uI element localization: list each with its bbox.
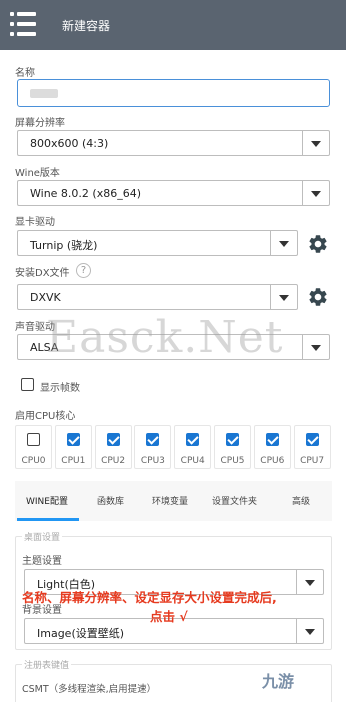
divider xyxy=(270,231,271,255)
registry-title: 注册表键值 xyxy=(22,658,72,671)
resolution-select[interactable]: 800x600 (4:3) xyxy=(17,130,330,156)
dropdown-arrow-icon xyxy=(311,345,321,351)
name-label: 名称 xyxy=(15,68,35,79)
question-circle-icon[interactable]: ? xyxy=(76,263,91,278)
theme-label: 主题设置 xyxy=(22,556,62,567)
show-fps-label: 显示帧数 xyxy=(40,383,80,394)
app-bar: 新建容器 xyxy=(0,0,346,50)
gear-icon[interactable] xyxy=(307,233,329,255)
dx-label: 安装DX文件 xyxy=(15,268,70,279)
tab-env-vars[interactable]: 环境变量 xyxy=(152,494,188,507)
dx-value: DXVK xyxy=(30,291,61,304)
divider xyxy=(296,619,297,643)
dropdown-arrow-icon xyxy=(279,241,289,247)
gpu-label: 显卡驱动 xyxy=(15,217,55,228)
wine-select[interactable]: Wine 8.0.2 (x86_64) xyxy=(17,180,330,206)
cpu-core-label: CPU7 xyxy=(300,456,325,466)
annotation-line-2: 点击 √ xyxy=(150,609,188,624)
csmt-label: CSMT（多线程渲染,启用提速） xyxy=(22,684,157,695)
cpu-cores-label: 启用CPU核心 xyxy=(15,411,76,422)
dx-select[interactable]: DXVK xyxy=(17,284,298,310)
cpu-core-checkbox[interactable] xyxy=(186,433,200,446)
resolution-label: 屏幕分辨率 xyxy=(15,118,65,129)
cpu-core-label: CPU6 xyxy=(260,456,285,466)
cpu-core-cell[interactable]: CPU4 xyxy=(174,425,212,469)
cpu-core-label: CPU4 xyxy=(180,456,205,466)
wine-value: Wine 8.0.2 (x86_64) xyxy=(30,187,141,200)
divider xyxy=(302,181,303,205)
gpu-value: Turnip (骁龙) xyxy=(30,239,98,252)
cpu-core-checkbox[interactable] xyxy=(146,433,160,446)
settings-tabs: WINE配置 函数库 环境变量 设置文件夹 高级 xyxy=(15,481,332,521)
cpu-core-checkbox[interactable] xyxy=(305,433,319,446)
dropdown-arrow-icon xyxy=(305,629,315,635)
divider xyxy=(302,131,303,155)
cpu-core-cell[interactable]: CPU6 xyxy=(253,425,291,469)
watermark: Easck.Net xyxy=(46,312,284,363)
cpu-core-checkbox[interactable] xyxy=(265,433,279,446)
divider xyxy=(302,335,303,359)
cpu-core-label: CPU3 xyxy=(140,456,165,466)
page-title: 新建容器 xyxy=(62,19,111,33)
tab-wine-config[interactable]: WINE配置 xyxy=(26,494,68,507)
gpu-select[interactable]: Turnip (骁龙) xyxy=(17,230,298,256)
cpu-core-checkbox[interactable] xyxy=(66,433,80,446)
tab-folders[interactable]: 设置文件夹 xyxy=(212,494,257,507)
cpu-core-label: CPU2 xyxy=(101,456,126,466)
logo: 九游 xyxy=(262,672,295,691)
name-input[interactable] xyxy=(17,79,330,107)
cpu-core-checkbox[interactable] xyxy=(226,433,239,446)
name-input-value xyxy=(30,89,58,98)
cpu-core-label: CPU5 xyxy=(220,456,245,466)
cpu-core-cell[interactable]: CPU3 xyxy=(134,425,172,469)
cpu-core-cell[interactable]: CPU1 xyxy=(54,425,92,469)
wine-label: Wine版本 xyxy=(15,168,60,179)
dropdown-arrow-icon xyxy=(311,141,321,147)
dropdown-arrow-icon xyxy=(279,295,289,301)
tab-advanced[interactable]: 高级 xyxy=(292,494,310,507)
background-value: Image(设置壁纸) xyxy=(37,627,125,640)
cpu-core-cell[interactable]: CPU0 xyxy=(15,425,52,469)
cpu-core-label: CPU1 xyxy=(61,456,86,466)
divider xyxy=(296,570,297,594)
cpu-core-cell[interactable]: CPU2 xyxy=(94,425,132,469)
tab-libraries[interactable]: 函数库 xyxy=(97,494,124,507)
cpu-core-checkbox[interactable] xyxy=(106,433,120,446)
resolution-value: 800x600 (4:3) xyxy=(30,137,109,150)
divider xyxy=(270,285,271,309)
desktop-settings-title: 桌面设置 xyxy=(22,530,63,543)
cpu-core-checkbox[interactable] xyxy=(27,433,40,446)
cpu-core-cell[interactable]: CPU7 xyxy=(293,425,331,469)
dropdown-arrow-icon xyxy=(305,580,315,586)
cpu-core-label: CPU0 xyxy=(21,456,46,466)
cpu-core-cell[interactable]: CPU5 xyxy=(214,425,251,469)
hamburger-menu-icon[interactable] xyxy=(10,12,36,36)
annotation-line-1: 名称、屏幕分辨率、设定显存大小设置完成后, xyxy=(22,590,277,605)
gear-icon[interactable] xyxy=(307,286,329,308)
tab-indicator xyxy=(17,518,79,521)
dropdown-arrow-icon xyxy=(311,191,321,197)
show-fps-checkbox[interactable] xyxy=(21,378,34,391)
